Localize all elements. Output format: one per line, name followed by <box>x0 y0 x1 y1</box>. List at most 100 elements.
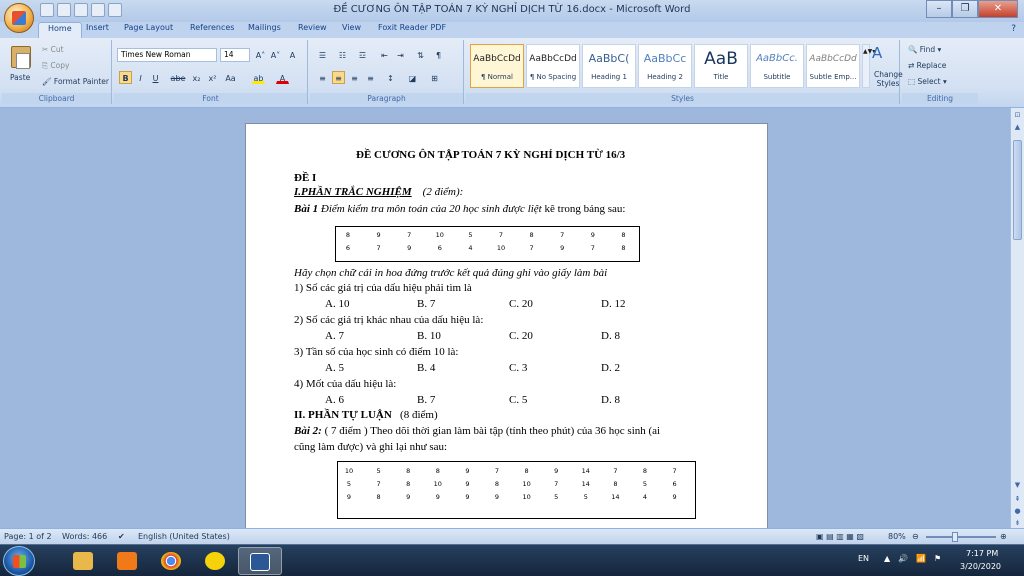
multilevel-list-icon[interactable]: ☲ <box>356 48 369 61</box>
language[interactable]: English (United States) <box>138 532 230 541</box>
network-icon[interactable]: 📶 <box>916 554 926 563</box>
style-title[interactable]: AaB Title <box>694 44 748 88</box>
align-left-icon[interactable]: ≡ <box>316 71 329 84</box>
part2-heading: II. PHẦN TỰ LUẬN (8 điểm) <box>294 409 438 421</box>
copy-button[interactable]: ⎘ Copy <box>42 61 69 71</box>
tab-insert[interactable]: Insert <box>86 23 109 32</box>
tab-references[interactable]: References <box>190 23 234 32</box>
data-table-2: 10 5 8 8 9 7 8 9 14 7 8 7 5 7 8 10 9 8 10 7 14 8 5 6 9 8 9 9 9 9 10 5 5 1… <box>337 461 696 519</box>
select-browse-object-icon[interactable]: ● <box>1012 506 1023 516</box>
strikethrough-button[interactable]: abe <box>169 71 187 84</box>
bai2-label: Bài 2: <box>294 425 322 437</box>
taskbar-app-yellow[interactable] <box>194 547 238 575</box>
zoom-in-icon[interactable]: ⊕ <box>1000 532 1007 541</box>
proofing-icon[interactable]: ✔ <box>118 532 125 541</box>
vertical-scrollbar[interactable]: ⊡ ▲ ▼ ⇞ ● ⇟ <box>1010 108 1024 528</box>
next-page-icon[interactable]: ⇟ <box>1012 518 1023 528</box>
tab-home[interactable]: Home <box>38 22 82 39</box>
change-styles-icon[interactable]: A <box>872 44 882 62</box>
taskbar-word[interactable] <box>238 547 282 575</box>
change-case-button[interactable]: Aa <box>224 71 237 84</box>
tab-review[interactable]: Review <box>298 23 327 32</box>
restore-button[interactable]: ❐ <box>952 0 978 18</box>
align-center-icon[interactable]: ≡ <box>332 71 345 84</box>
word-count[interactable]: Words: 466 <box>62 532 107 541</box>
styles-scroll[interactable]: ▲▼▾ <box>862 44 875 88</box>
font-name-combo[interactable]: Times New Roman <box>117 48 217 62</box>
help-icon[interactable]: ? <box>1011 24 1016 34</box>
font-color-button[interactable]: A <box>276 71 289 84</box>
cut-button[interactable]: ✂ Cut <box>42 45 64 54</box>
style-heading-2[interactable]: AaBbCc Heading 2 <box>638 44 692 88</box>
clock-time[interactable]: 7:17 PM <box>966 549 998 558</box>
scroll-down-icon[interactable]: ▼ <box>1012 480 1023 490</box>
zoom-out-icon[interactable]: ⊖ <box>912 532 919 541</box>
style-preview: AaB <box>704 49 738 69</box>
ribbon: Paste ✂ Cut ⎘ Copy 🖌 Format Painter Clip… <box>0 38 1024 108</box>
scroll-thumb[interactable] <box>1013 140 1022 240</box>
clock-date[interactable]: 3/20/2020 <box>960 562 1001 571</box>
minimize-button[interactable]: – <box>926 0 952 18</box>
paste-button[interactable]: Paste <box>10 73 30 82</box>
tab-page-layout[interactable]: Page Layout <box>124 23 173 32</box>
tray-expand-icon[interactable]: ▲ <box>884 554 890 563</box>
taskbar-chrome[interactable] <box>150 547 194 575</box>
find-button[interactable]: 🔍 Find ▾ <box>908 45 941 54</box>
shrink-font-button[interactable]: A˅ <box>269 48 282 61</box>
format-painter-button[interactable]: 🖌 Format Painter <box>42 77 109 86</box>
ruler-toggle-icon[interactable]: ⊡ <box>1012 110 1023 120</box>
taskbar-media-player[interactable] <box>106 547 150 575</box>
style-no-spacing[interactable]: AaBbCcDd ¶ No Spacing <box>526 44 580 88</box>
select-button[interactable]: ⬚ Select ▾ <box>908 77 947 86</box>
zoom-level[interactable]: 80% <box>888 532 906 541</box>
align-right-icon[interactable]: ≡ <box>348 71 361 84</box>
input-language[interactable]: EN <box>858 554 869 563</box>
style-subtle-emphasis[interactable]: AaBbCcDd Subtle Emp... <box>806 44 860 88</box>
style-normal[interactable]: AaBbCcDd ¶ Normal <box>470 44 524 88</box>
increase-indent-icon[interactable]: ⇥ <box>394 48 407 61</box>
line-spacing-icon[interactable]: ↕ <box>384 71 397 84</box>
font-size-combo[interactable]: 14 <box>220 48 250 62</box>
previous-page-icon[interactable]: ⇞ <box>1012 494 1023 504</box>
justify-icon[interactable]: ≡ <box>364 71 377 84</box>
question-2: 2) Số các giá trị khác nhau của dấu hiệu… <box>294 314 484 326</box>
tab-foxit-reader-pdf[interactable]: Foxit Reader PDF <box>378 23 446 32</box>
paste-icon[interactable] <box>11 46 31 69</box>
table-cell: 7 <box>613 467 618 475</box>
close-button[interactable]: ✕ <box>978 0 1018 18</box>
italic-button[interactable]: I <box>134 71 147 84</box>
start-button[interactable] <box>3 546 35 576</box>
flag-icon[interactable]: ⚑ <box>934 554 941 563</box>
bold-button[interactable]: B <box>119 71 132 84</box>
scroll-up-icon[interactable]: ▲ <box>1012 122 1023 132</box>
style-heading-1[interactable]: AaBbC( Heading 1 <box>582 44 636 88</box>
replace-button[interactable]: ⇄ Replace <box>908 61 946 70</box>
doc-de: ĐỀ I <box>294 172 317 184</box>
underline-button[interactable]: U <box>149 71 162 84</box>
shading-icon[interactable]: ◪ <box>406 71 419 84</box>
numbering-icon[interactable]: ☷ <box>336 48 349 61</box>
volume-icon[interactable]: 🔊 <box>898 554 908 563</box>
page-count[interactable]: Page: 1 of 2 <box>4 532 52 541</box>
document-page[interactable]: ĐỀ CƯƠNG ÔN TẬP TOÁN 7 KỲ NGHỈ DỊCH TỪ 1… <box>245 123 768 543</box>
show-marks-icon[interactable]: ¶ <box>432 48 445 61</box>
zoom-slider[interactable] <box>926 536 996 538</box>
highlight-button[interactable]: ab <box>252 71 265 84</box>
tab-view[interactable]: View <box>342 23 361 32</box>
office-button[interactable] <box>4 3 34 33</box>
superscript-button[interactable]: x² <box>206 71 219 84</box>
clear-formatting-button[interactable]: A <box>286 48 299 61</box>
style-name: ¶ Normal <box>480 73 513 81</box>
tab-mailings[interactable]: Mailings <box>248 23 281 32</box>
zoom-slider-thumb[interactable] <box>952 532 958 542</box>
style-subtitle[interactable]: AaBbCc. Subtitle <box>750 44 804 88</box>
view-buttons[interactable]: ▣ ▤ ▥ ▦ ▧ <box>816 532 864 541</box>
subscript-button[interactable]: x₂ <box>190 71 203 84</box>
bullets-icon[interactable]: ☰ <box>316 48 329 61</box>
taskbar-explorer[interactable] <box>62 547 106 575</box>
change-styles-button[interactable]: Change Styles <box>874 70 903 88</box>
borders-icon[interactable]: ⊞ <box>428 71 441 84</box>
decrease-indent-icon[interactable]: ⇤ <box>378 48 391 61</box>
sort-icon[interactable]: ⇅ <box>414 48 427 61</box>
grow-font-button[interactable]: A˄ <box>254 48 267 61</box>
